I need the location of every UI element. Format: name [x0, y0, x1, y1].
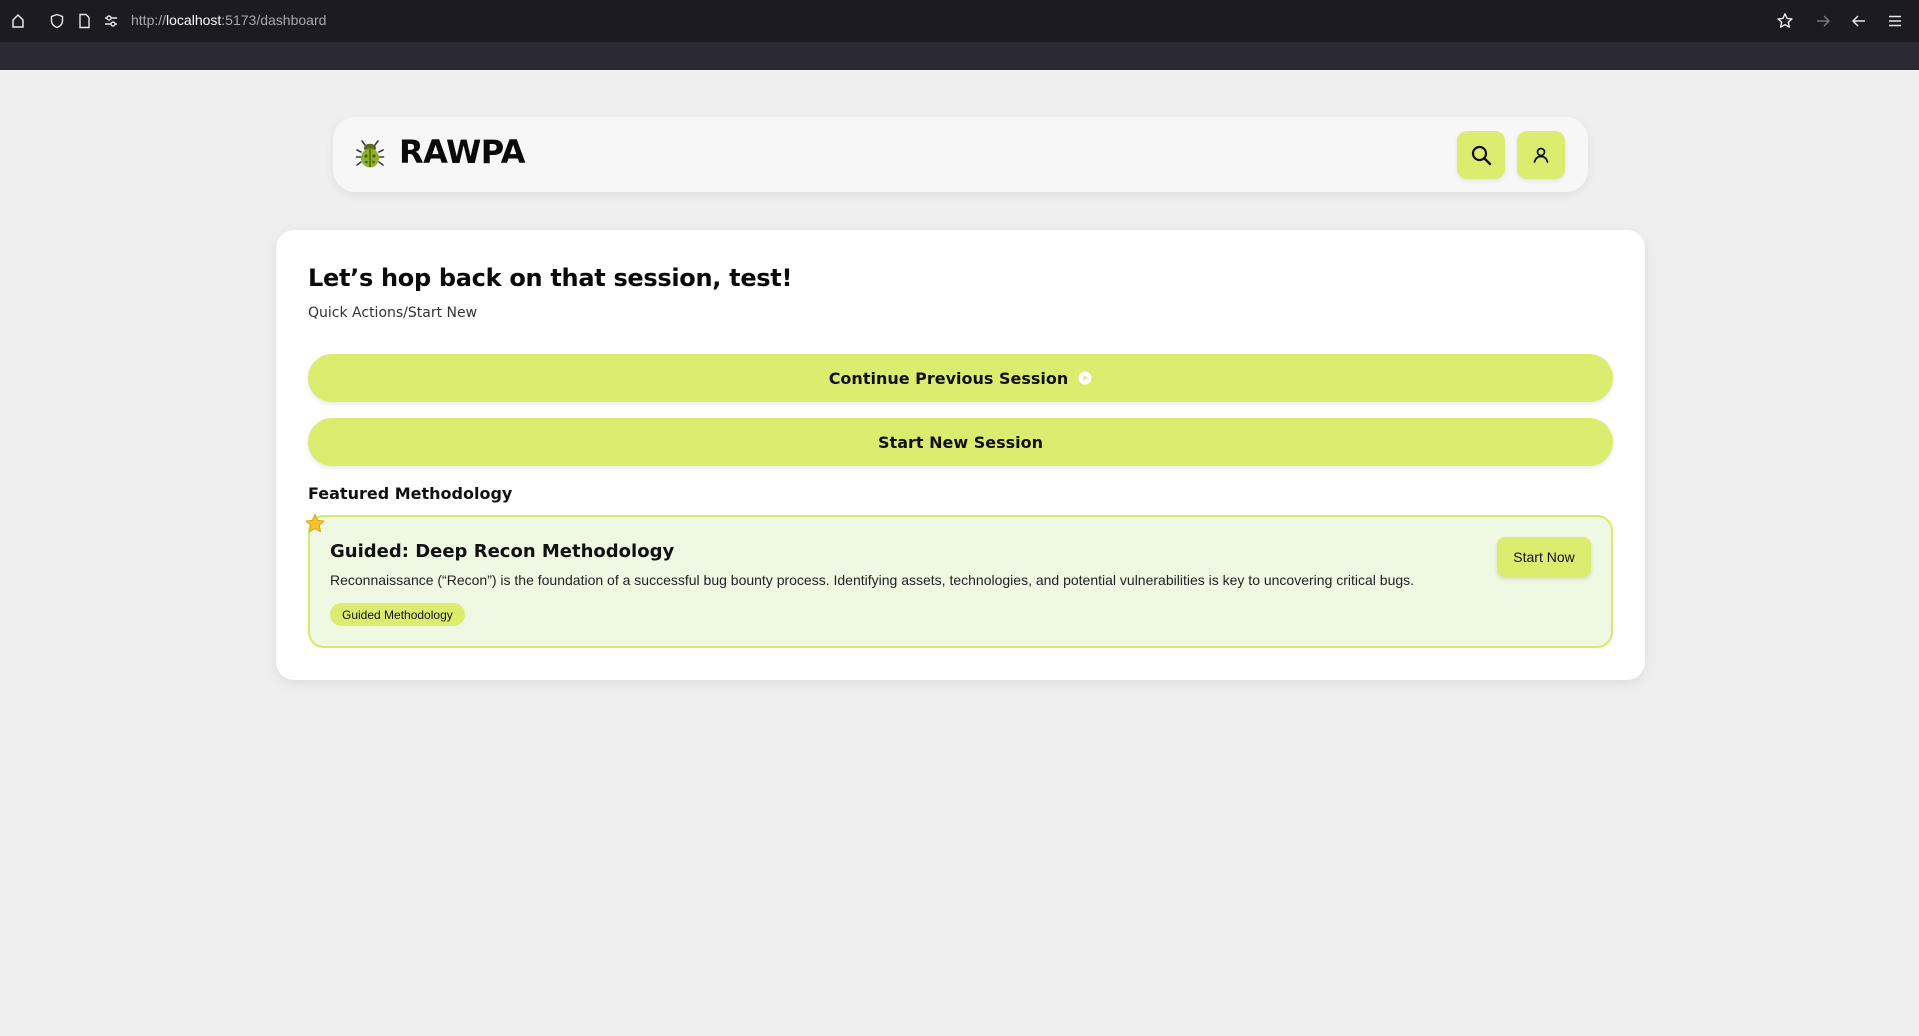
- featured-description: Reconnaissance (“Recon”) is the foundati…: [330, 572, 1415, 588]
- app-header: RAWPA: [333, 117, 1588, 192]
- featured-heading: Featured Methodology: [308, 484, 513, 503]
- shield-icon[interactable]: [48, 12, 66, 30]
- start-new-session-button[interactable]: Start New Session: [308, 418, 1613, 466]
- profile-button[interactable]: [1517, 131, 1565, 179]
- start-new-session-label: Start New Session: [878, 432, 1043, 452]
- bug-icon: [355, 139, 385, 169]
- start-now-button[interactable]: Start Now: [1497, 537, 1591, 577]
- page-title: Let’s hop back on that session, test!: [308, 264, 793, 292]
- star-icon: [304, 513, 326, 535]
- dashboard-card: Let’s hop back on that session, test! Qu…: [276, 230, 1645, 680]
- continue-session-label: Continue Previous Session: [828, 368, 1069, 388]
- methodology-tag: Guided Methodology: [330, 603, 465, 626]
- featured-methodology-card: Guided: Deep Recon Methodology Reconnais…: [305, 514, 1613, 648]
- permissions-icon[interactable]: [102, 12, 120, 30]
- page-icon[interactable]: [75, 12, 93, 30]
- continue-session-button[interactable]: Continue Previous Session: [308, 354, 1613, 402]
- url-prefix: http://: [131, 12, 167, 28]
- page-subtitle: Quick Actions/Start New: [308, 305, 478, 321]
- url-path: :5173/dashboard: [221, 12, 327, 28]
- search-button[interactable]: [1457, 131, 1505, 179]
- play-icon: [1078, 371, 1092, 385]
- extensions-icon[interactable]: [9, 12, 27, 30]
- forward-arrow-icon[interactable]: [1814, 12, 1832, 30]
- url-host: localhost: [166, 12, 222, 28]
- menu-icon[interactable]: [1886, 12, 1904, 30]
- featured-title: Guided: Deep Recon Methodology: [330, 541, 675, 562]
- brand-name[interactable]: RAWPA: [399, 133, 526, 171]
- search-icon: [1470, 144, 1492, 166]
- bookmark-star-icon[interactable]: [1776, 12, 1794, 30]
- user-icon: [1532, 146, 1550, 164]
- url-text[interactable]: http://localhost:5173/dashboard: [131, 12, 326, 28]
- browser-url-row: http://localhost:5173/dashboard: [0, 0, 1919, 42]
- browser-toolbar: http://localhost:5173/dashboard: [0, 0, 1919, 70]
- back-arrow-icon[interactable]: [1850, 12, 1868, 30]
